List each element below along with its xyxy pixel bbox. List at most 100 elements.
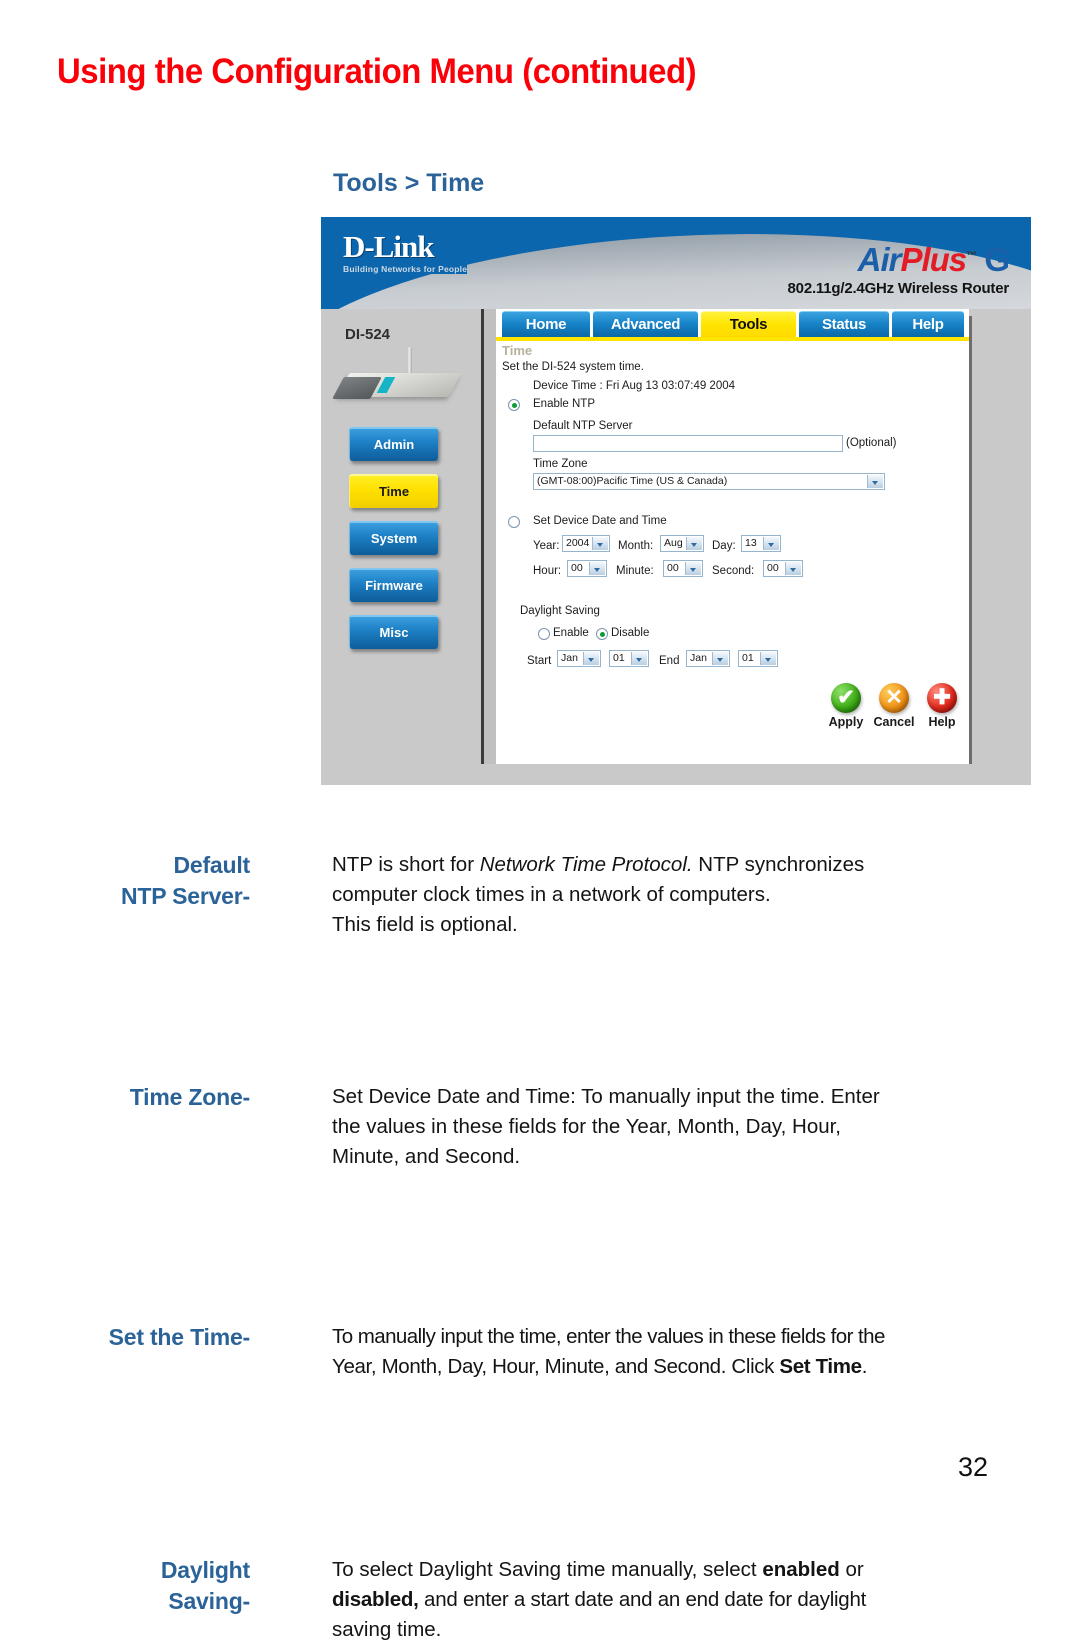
line-bold: Set Time [779, 1355, 862, 1378]
help-button[interactable]: ✚ Help [920, 683, 964, 729]
time-zone-value: (GMT-08:00)Pacific Time (US & Canada) [537, 475, 728, 487]
month-value: Aug [664, 537, 683, 549]
apply-label: Apply [828, 715, 864, 729]
year-value: 2004 [566, 537, 590, 549]
definition-body-set-the-time: To manually input the time, enter the va… [332, 1322, 1042, 1382]
definition-row-time-zone: Time Zone- Set Device Date and Time: To … [0, 960, 1080, 1168]
time-settings-form: Time Set the DI-524 system time. Device … [496, 341, 969, 764]
trademark-icon: ™ [966, 250, 977, 262]
device-sidebar: DI-524 Admin Time System Firmware Misc [329, 309, 481, 769]
term-line-1: Default [173, 852, 250, 878]
airplus-air-text: Air [857, 241, 902, 278]
definition-body-daylight-saving: To select Daylight Saving time manually,… [332, 1555, 1038, 1645]
sidebar-item-misc[interactable]: Misc [349, 615, 438, 649]
airplus-g-text: G [984, 241, 1010, 278]
router-header-banner: D-Link Building Networks for People AirP… [321, 217, 1031, 309]
chevron-down-icon[interactable] [760, 652, 776, 665]
router-content-panel: Home Advanced Tools Status Help Time Set… [496, 309, 969, 764]
daylight-start-day-value: 01 [613, 652, 625, 664]
sidebar-item-time[interactable]: Time [349, 474, 438, 508]
router-body: DI-524 Admin Time System Firmware Misc H… [321, 309, 1031, 785]
chevron-down-icon[interactable] [589, 562, 605, 575]
chevron-down-icon[interactable] [685, 562, 701, 575]
cancel-button[interactable]: ✕ Cancel [872, 683, 916, 729]
tab-tools[interactable]: Tools [701, 311, 796, 338]
daylight-end-month-select[interactable]: Jan [686, 650, 730, 667]
hour-label: Hour: [533, 565, 562, 577]
check-glyph: ✔ [837, 686, 855, 709]
enable-ntp-radio[interactable] [508, 399, 520, 411]
line-pre: To select Daylight Saving time manually,… [332, 1558, 763, 1581]
hour-select[interactable]: 00 [567, 560, 607, 577]
second-value: 00 [767, 562, 779, 574]
set-device-date-radio[interactable] [508, 516, 520, 528]
default-ntp-server-input[interactable] [533, 435, 843, 452]
tab-status[interactable]: Status [799, 311, 889, 338]
time-zone-label: Time Zone [533, 458, 588, 470]
tab-home[interactable]: Home [502, 311, 590, 338]
year-select[interactable]: 2004 [562, 535, 610, 552]
chevron-down-icon[interactable] [631, 652, 647, 665]
tab-advanced[interactable]: Advanced [593, 311, 698, 338]
minute-select[interactable]: 00 [663, 560, 703, 577]
chevron-down-icon[interactable] [867, 475, 883, 488]
year-label: Year: [533, 540, 560, 552]
line-post: or [839, 1558, 864, 1581]
page-title: Using the Configuration Menu (continued) [57, 52, 697, 91]
dlink-logo-text: D-Link [343, 229, 434, 264]
minute-value: 00 [667, 562, 679, 574]
daylight-disable-radio[interactable] [596, 628, 608, 640]
daylight-end-day-value: 01 [742, 652, 754, 664]
airplus-g-logo: AirPlus™ G [857, 241, 1010, 278]
sidebar-item-system[interactable]: System [349, 521, 438, 555]
line-pre: Year, Month, Day, Hour, Minute, and Seco… [332, 1355, 780, 1378]
second-select[interactable]: 00 [763, 560, 803, 577]
line-post: . [861, 1355, 868, 1378]
month-select[interactable]: Aug [660, 535, 704, 552]
daylight-end-day-select[interactable]: 01 [738, 650, 778, 667]
router-product-subtitle: 802.11g/2.4GHz Wireless Router [787, 280, 1010, 297]
daylight-start-label: Start [527, 655, 552, 667]
chevron-down-icon[interactable] [763, 537, 779, 550]
tab-help[interactable]: Help [892, 311, 964, 338]
definition-line: disabled, and enter a start date and an … [332, 1585, 1038, 1615]
term-line-1: Set the Time- [108, 1324, 251, 1350]
daylight-end-month-value: Jan [690, 652, 707, 664]
definition-term-set-the-time: Set the Time- [0, 1322, 251, 1353]
definition-list: Default NTP Server- NTP is short for Net… [0, 840, 1080, 1641]
help-plus-icon: ✚ [927, 683, 957, 713]
chevron-down-icon[interactable] [592, 537, 608, 550]
definition-line: computer clock times in a network of com… [332, 883, 771, 906]
chevron-down-icon[interactable] [712, 652, 728, 665]
daylight-enable-radio[interactable] [538, 628, 550, 640]
chevron-down-icon[interactable] [686, 537, 702, 550]
device-time-readout: Device Time : Fri Aug 13 03:07:49 2004 [533, 380, 736, 392]
term-line-1: Daylight [160, 1557, 250, 1583]
month-label: Month: [618, 540, 654, 552]
hour-value: 00 [571, 562, 583, 574]
apply-check-icon: ✔ [831, 683, 861, 713]
daylight-end-label: End [659, 655, 680, 667]
daylight-start-day-select[interactable]: 01 [609, 650, 649, 667]
minute-label: Minute: [616, 565, 654, 577]
time-zone-select[interactable]: (GMT-08:00)Pacific Time (US & Canada) [533, 473, 885, 490]
apply-button[interactable]: ✔ Apply [824, 683, 868, 729]
section-heading: Tools > Time [333, 169, 485, 197]
chevron-down-icon[interactable] [785, 562, 801, 575]
device-model-label: DI-524 [345, 326, 391, 343]
term-line-2: NTP Server- [120, 883, 250, 909]
form-actions: ✔ Apply ✕ Cancel ✚ Help [824, 683, 964, 743]
line-bold: disabled, [332, 1588, 419, 1611]
x-glyph: ✕ [885, 686, 903, 709]
definition-line: NTP is short for Network Time Protocol. … [332, 850, 1032, 880]
definition-row-default-ntp-server: Default NTP Server- NTP is short for Net… [0, 840, 1080, 960]
sidebar-item-admin[interactable]: Admin [349, 427, 438, 461]
chevron-down-icon[interactable] [583, 652, 599, 665]
default-ntp-server-label: Default NTP Server [533, 420, 633, 432]
sidebar-item-firmware[interactable]: Firmware [349, 568, 438, 602]
daylight-start-month-select[interactable]: Jan [557, 650, 601, 667]
line-post: NTP synchronizes [692, 853, 865, 876]
day-select[interactable]: 13 [741, 535, 781, 552]
day-value: 13 [745, 537, 757, 549]
definition-term-daylight-saving: Daylight Saving- [0, 1555, 250, 1617]
